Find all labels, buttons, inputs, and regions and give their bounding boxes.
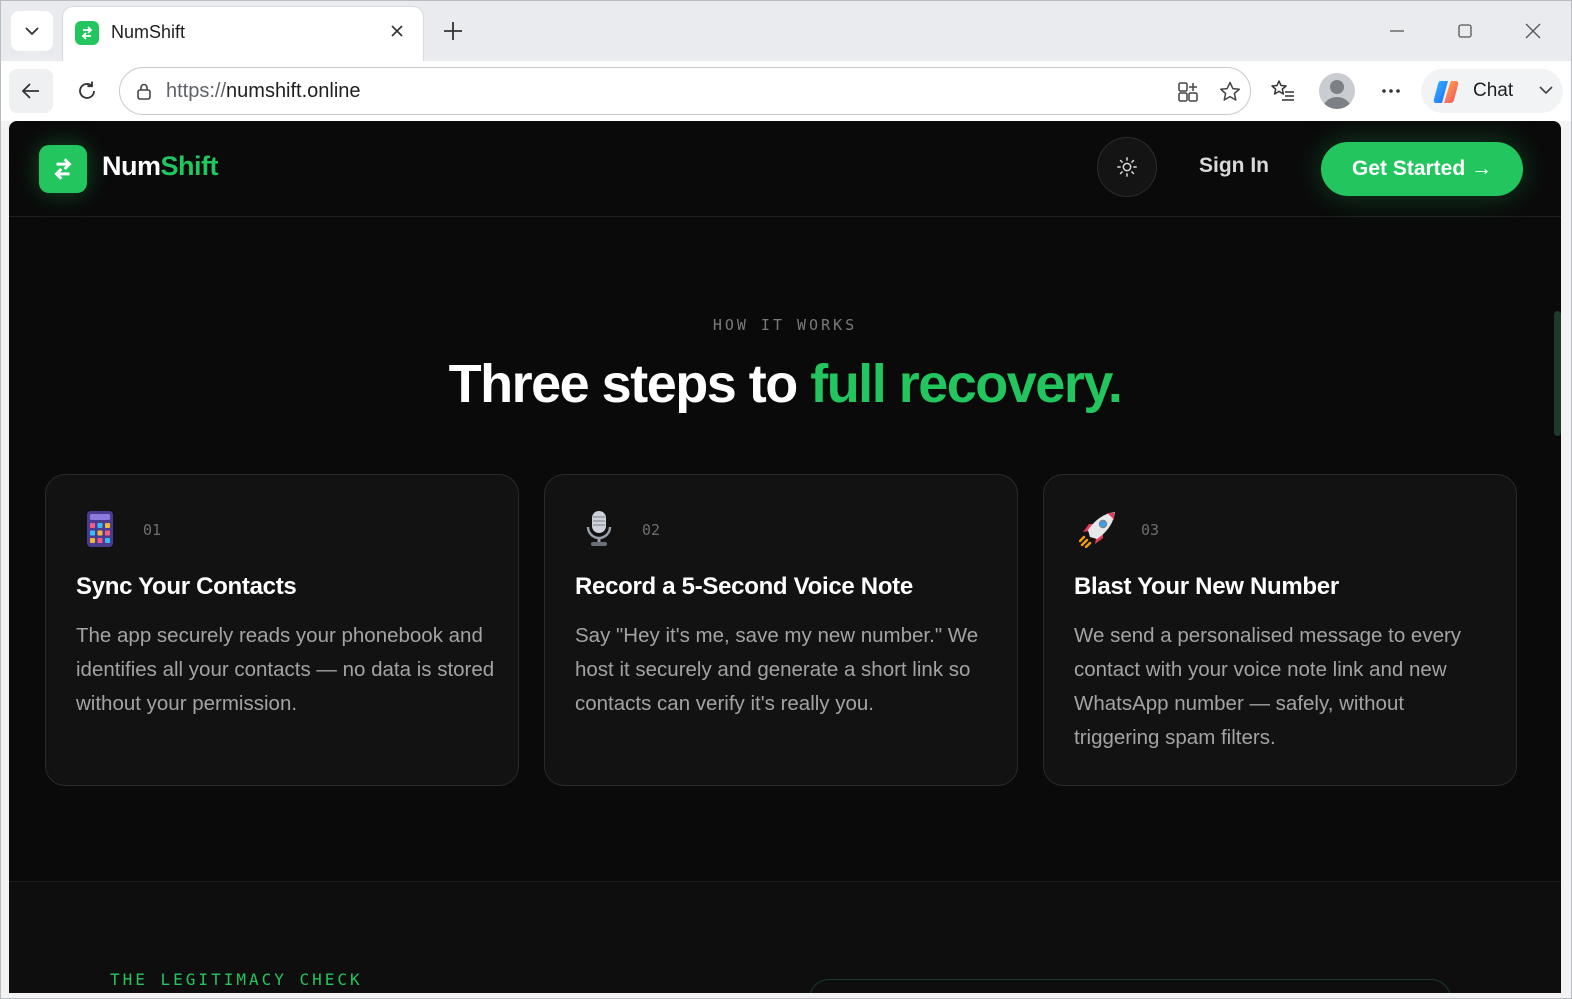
- address-bar[interactable]: https://numshift.online: [119, 67, 1251, 115]
- brand-name[interactable]: NumShift: [102, 151, 218, 182]
- step-title: Sync Your Contacts: [76, 573, 297, 600]
- minimize-button[interactable]: [1377, 15, 1417, 47]
- step-title: Blast Your New Number: [1074, 573, 1339, 600]
- step-card-2: 02 Record a 5-Second Voice Note Say "Hey…: [544, 474, 1018, 786]
- tab-close-icon[interactable]: [385, 19, 409, 43]
- favorites-button[interactable]: [1261, 69, 1305, 113]
- step-number: 01: [143, 521, 162, 539]
- profile-avatar[interactable]: [1319, 73, 1355, 109]
- how-it-works-label: HOW IT WORKS: [712, 316, 858, 334]
- tab-title: NumShift: [111, 22, 186, 42]
- brand-name-part2: Shift: [160, 151, 219, 181]
- page-viewport: NumShift Sign In Get Started → HOW IT WO…: [9, 121, 1561, 993]
- microphone-icon: [579, 509, 619, 549]
- numshift-logo-icon[interactable]: [39, 145, 87, 193]
- headline-main: Three steps to: [448, 354, 811, 414]
- step-title: Record a 5-Second Voice Note: [575, 573, 913, 600]
- theme-toggle-button[interactable]: [1097, 137, 1157, 197]
- favorites-list-icon: [1271, 80, 1294, 101]
- favorite-star-icon[interactable]: [1216, 78, 1244, 106]
- tab-strip: NumShift: [1, 1, 1571, 61]
- url-text[interactable]: https://numshift.online: [166, 80, 361, 103]
- tab-actions-button[interactable]: [11, 11, 53, 51]
- rocket-icon: [1078, 509, 1118, 549]
- step-description: The app securely reads your phonebook an…: [76, 624, 495, 715]
- copilot-chat-button[interactable]: Chat: [1421, 69, 1563, 113]
- maximize-icon: [1458, 24, 1472, 38]
- sign-in-link[interactable]: Sign In: [1199, 154, 1269, 178]
- back-button[interactable]: [9, 69, 53, 113]
- step-number: 03: [1141, 521, 1160, 539]
- step-description: We send a personalised message to every …: [1074, 624, 1462, 749]
- step-card-3: 03 Blast Your New Number We send a perso…: [1043, 474, 1517, 786]
- step-card-1: 01 Sync Your Contacts The app securely r…: [45, 474, 519, 786]
- site-header: NumShift Sign In Get Started →: [9, 121, 1561, 217]
- browser-toolbar: https://numshift.online Chat: [1, 61, 1571, 121]
- more-horizontal-icon: [1382, 89, 1400, 93]
- copilot-icon: [1433, 81, 1459, 103]
- get-started-button[interactable]: Get Started →: [1321, 142, 1523, 196]
- step-description: Say "Hey it's me, save my new number." W…: [575, 624, 979, 715]
- brand-name-part1: Num: [102, 151, 161, 181]
- refresh-button[interactable]: [65, 69, 109, 113]
- arrow-left-icon: [21, 83, 39, 99]
- how-it-works-headline: Three steps to full recovery.: [9, 353, 1561, 415]
- refresh-icon: [79, 81, 95, 99]
- headline-accent: full recovery.: [810, 354, 1123, 414]
- numshift-favicon-icon: [75, 21, 99, 45]
- user-icon: [1323, 80, 1351, 109]
- legitimacy-card-edge: [809, 979, 1451, 993]
- sun-icon: [1117, 157, 1137, 177]
- chevron-down-icon[interactable]: [1537, 81, 1555, 99]
- phone-keypad-icon: [80, 509, 120, 549]
- more-options-button[interactable]: [1369, 69, 1413, 113]
- legitimacy-check-label: THE LEGITIMACY CHECK: [110, 970, 363, 989]
- close-icon: [1525, 23, 1541, 39]
- plus-icon: [444, 22, 462, 40]
- new-tab-button[interactable]: [437, 13, 469, 49]
- app-available-icon[interactable]: [1174, 78, 1202, 106]
- maximize-button[interactable]: [1445, 15, 1485, 47]
- browser-window: NumShift https://numshift.online Chat Nu…: [0, 0, 1572, 999]
- chat-label: Chat: [1473, 80, 1514, 101]
- close-window-button[interactable]: [1513, 15, 1553, 47]
- site-info-icon[interactable]: [132, 79, 156, 103]
- minimize-icon: [1390, 30, 1404, 32]
- chevron-down-icon: [25, 27, 39, 36]
- url-host: numshift.online: [226, 80, 361, 102]
- step-number: 02: [642, 521, 661, 539]
- url-scheme: https://: [166, 80, 227, 102]
- tab-numshift[interactable]: NumShift: [63, 7, 423, 61]
